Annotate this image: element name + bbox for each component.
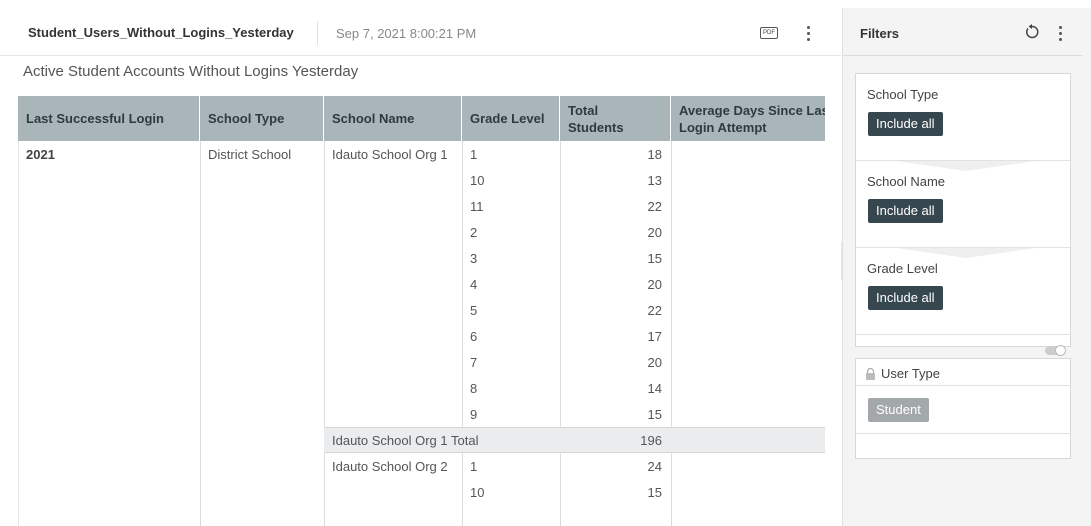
filter-group: School Type Include all School Name Incl… <box>855 73 1071 356</box>
pivot-table: Last Successful Login School Type School… <box>18 96 825 526</box>
cell-total: 14 <box>647 381 662 396</box>
cell-grade: 9 <box>470 407 478 422</box>
column-divider <box>671 141 672 526</box>
divider <box>856 433 1070 434</box>
cell-total: 15 <box>647 407 662 422</box>
cell-grade: 1 <box>470 147 478 162</box>
pdf-icon[interactable]: PDF <box>760 27 778 39</box>
include-all-chip[interactable]: Include all <box>868 286 943 310</box>
filter-user-type: User Type Student <box>855 358 1071 459</box>
filters-header: Filters <box>843 8 1083 56</box>
column-divider <box>560 141 561 526</box>
cell-total: 22 <box>647 199 662 214</box>
column-header-school-type[interactable]: School Type <box>200 96 324 141</box>
table-left-border <box>18 141 19 526</box>
column-header-average-days[interactable]: Average Days Since Las Login Attempt <box>671 96 825 141</box>
widget-title: Active Student Accounts Without Logins Y… <box>23 63 359 80</box>
cell-total: 15 <box>647 485 662 500</box>
cell-grade: 4 <box>470 277 478 292</box>
filter-school-name[interactable]: School Name Include all <box>856 161 1070 248</box>
cell-grade: 10 <box>470 173 485 188</box>
cell-total: 20 <box>647 225 662 240</box>
cell-total: 15 <box>647 251 662 266</box>
filter-school-type[interactable]: School Type Include all <box>856 74 1070 161</box>
header-divider <box>317 21 318 45</box>
cell-grade: 2 <box>470 225 478 240</box>
cell-grade: 5 <box>470 303 478 318</box>
include-all-chip[interactable]: Include all <box>868 199 943 223</box>
cell-school-type: District School <box>208 147 292 162</box>
cell-last-login: 2021 <box>26 147 55 162</box>
dashboard-menu-icon[interactable] <box>800 23 816 43</box>
cell-grade: 10 <box>470 485 485 500</box>
cell-grade: 6 <box>470 329 478 344</box>
dashboard-title: Student_Users_Without_Logins_Yesterday <box>28 25 294 40</box>
column-header-last-successful-login[interactable]: Last Successful Login <box>18 96 200 141</box>
subtotal-label: Idauto School Org 1 Total <box>332 433 479 448</box>
cell-total: 20 <box>647 277 662 292</box>
cell-grade: 11 <box>470 199 484 214</box>
filter-label: Grade Level <box>867 261 938 276</box>
cell-total: 22 <box>647 303 662 318</box>
filters-title: Filters <box>860 26 900 41</box>
filters-panel: Filters School Type Include all School N… <box>842 8 1091 526</box>
cell-total: 17 <box>647 329 662 344</box>
student-chip[interactable]: Student <box>868 398 929 422</box>
subtotal-value: 196 <box>640 433 662 448</box>
cell-total: 24 <box>647 459 662 474</box>
column-header-grade-level[interactable]: Grade Level <box>462 96 560 141</box>
locked-filter-header: User Type <box>856 359 1070 386</box>
lock-icon <box>866 368 875 380</box>
include-all-chip[interactable]: Include all <box>868 112 943 136</box>
cell-school-name: Idauto School Org 2 <box>332 459 448 474</box>
cell-grade: 1 <box>470 459 478 474</box>
filter-label: School Type <box>867 87 939 102</box>
cell-grade: 3 <box>470 251 478 266</box>
cell-total: 13 <box>647 173 662 188</box>
column-header-total-students[interactable]: Total Students <box>560 96 671 141</box>
cell-total: 20 <box>647 355 662 370</box>
column-divider <box>462 141 463 526</box>
column-header-school-name[interactable]: School Name <box>324 96 462 141</box>
filter-grade-level[interactable]: Grade Level Include all <box>856 248 1070 335</box>
column-divider <box>324 141 325 526</box>
table-header: Last Successful Login School Type School… <box>18 96 825 141</box>
filter-label: School Name <box>867 174 946 189</box>
reset-icon[interactable] <box>1024 24 1040 40</box>
dependent-filters-toggle[interactable] <box>1045 345 1066 356</box>
cell-school-name: Idauto School Org 1 <box>332 147 448 162</box>
filter-label: User Type <box>881 366 941 381</box>
dashboard-header: Student_Users_Without_Logins_Yesterday S… <box>0 8 841 56</box>
cell-grade: 7 <box>470 355 478 370</box>
dashboard-main: Student_Users_Without_Logins_Yesterday S… <box>0 0 841 526</box>
dashboard-timestamp: Sep 7, 2021 8:00:21 PM <box>336 26 477 41</box>
column-divider <box>200 141 201 526</box>
filters-menu-icon[interactable] <box>1052 23 1068 43</box>
cell-total: 18 <box>647 147 662 162</box>
cell-grade: 8 <box>470 381 478 396</box>
